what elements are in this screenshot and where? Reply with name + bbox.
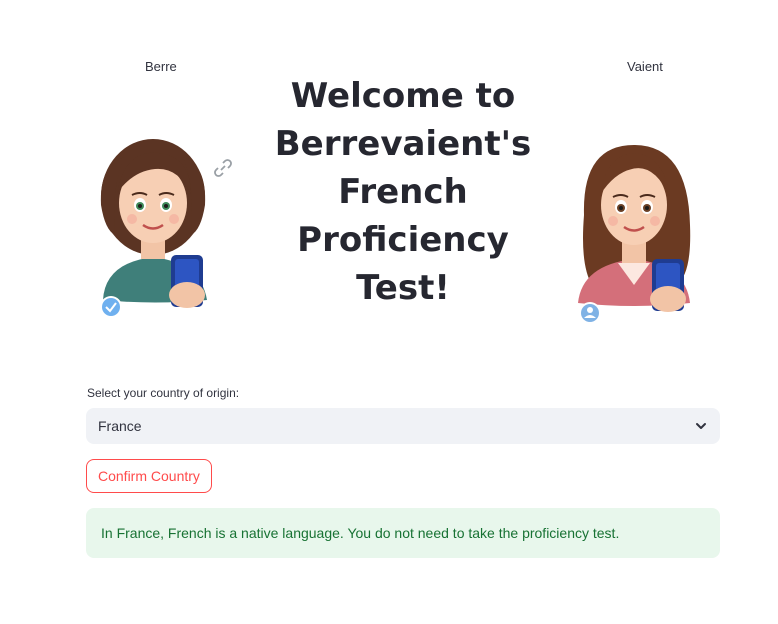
left-column-caption: Berre: [145, 59, 177, 74]
success-alert-message: In France, French is a native language. …: [101, 525, 620, 541]
right-column-caption: Vaient: [627, 59, 663, 74]
link-icon[interactable]: [212, 157, 234, 179]
country-select-value: France: [98, 418, 142, 434]
page-title: Welcome to Berrevaient's French Proficie…: [274, 76, 532, 308]
berre-avatar-image: [95, 135, 225, 320]
country-select-label: Select your country of origin:: [87, 386, 240, 400]
vaient-avatar-image: [572, 135, 702, 325]
country-select[interactable]: France: [86, 408, 720, 444]
confirm-country-button[interactable]: Confirm Country: [86, 459, 212, 493]
chevron-down-icon[interactable]: [694, 419, 708, 433]
success-alert: In France, French is a native language. …: [86, 508, 720, 558]
